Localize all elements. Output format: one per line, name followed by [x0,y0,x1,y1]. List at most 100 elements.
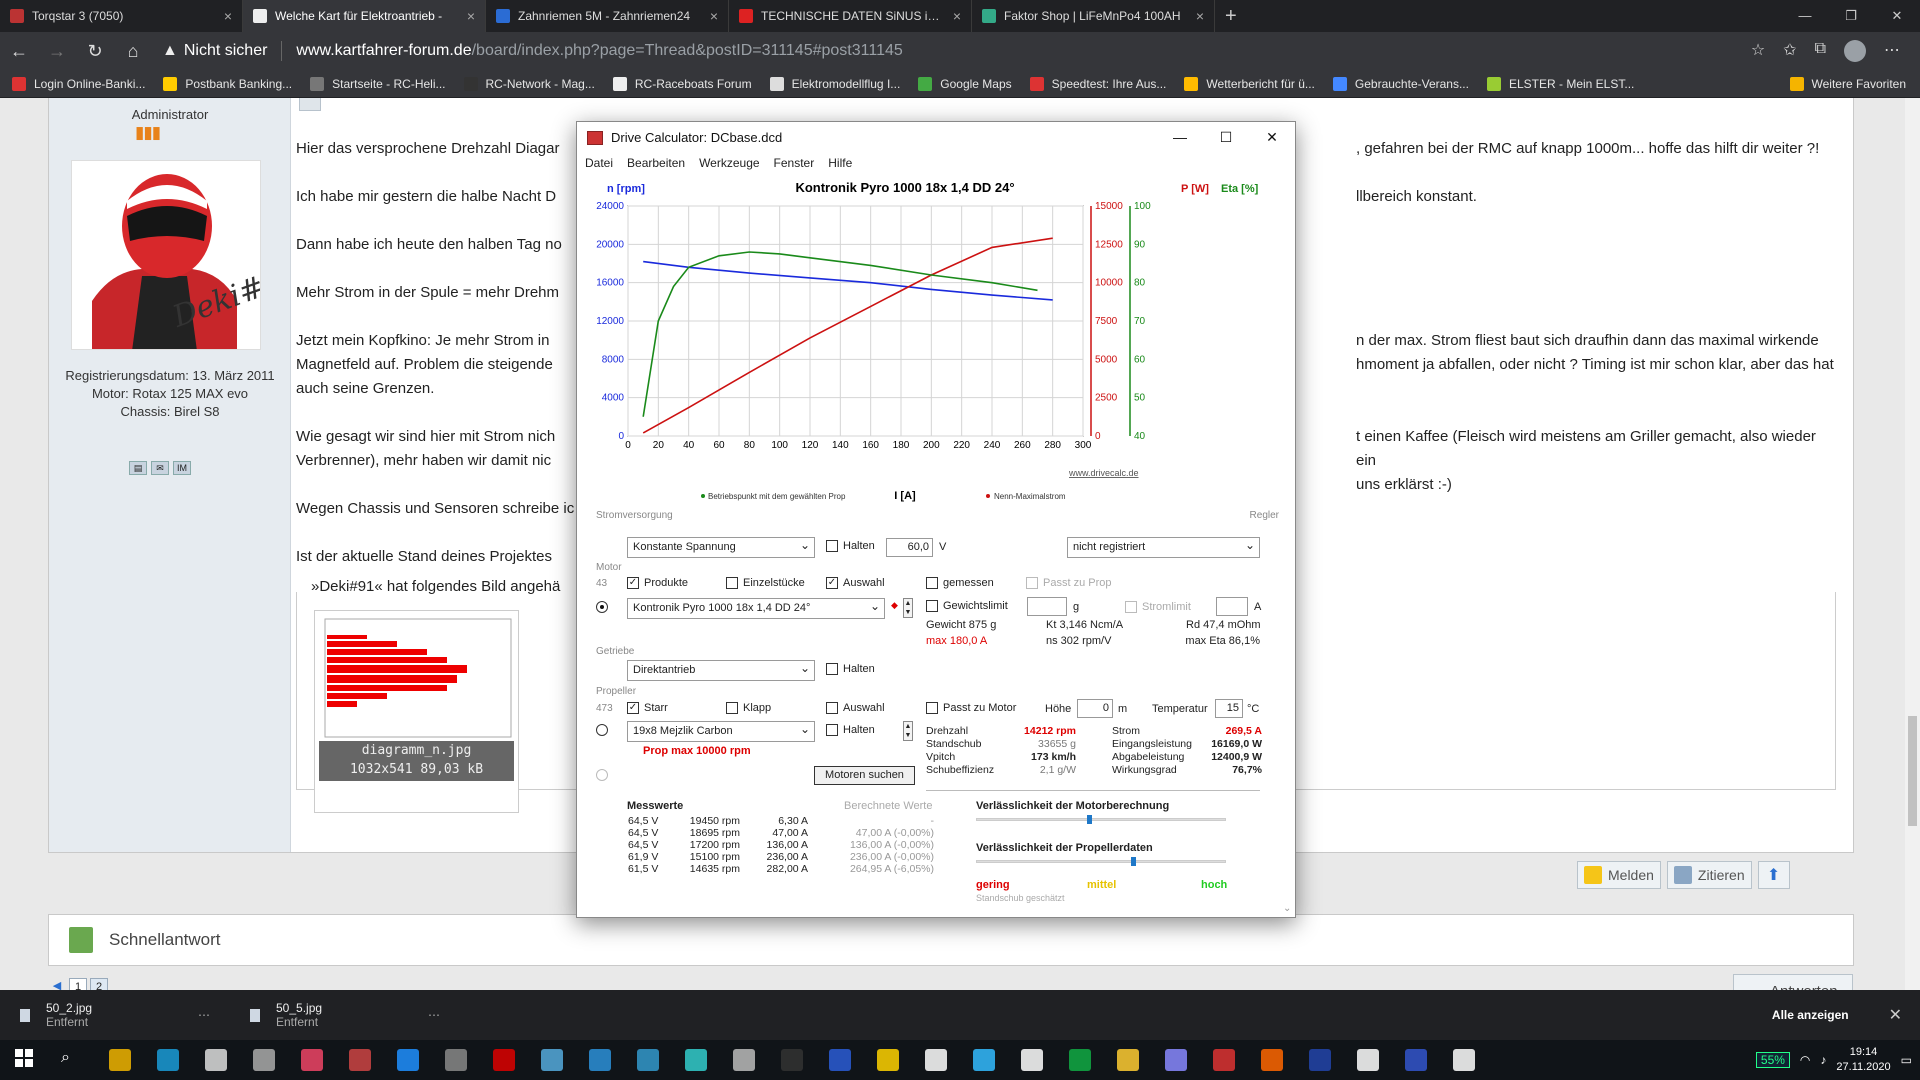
prop-halten-checkbox[interactable]: Halten [826,724,875,736]
taskbar-app-icon[interactable] [925,1049,947,1071]
bookmark-item[interactable]: Startseite - RC-Heli... [310,76,446,91]
more-icon[interactable]: ⋯ [428,1008,440,1022]
power-halten-checkbox[interactable]: Halten [826,540,875,552]
passt-zu-prop-checkbox[interactable]: Passt zu Prop [1026,577,1111,589]
prop-spinner[interactable]: ▲ ▼ [903,721,913,741]
prop-radio[interactable] [596,724,608,736]
taskbar-app-icon[interactable] [973,1049,995,1071]
report-button[interactable]: Melden [1577,861,1661,889]
bookmark-item[interactable]: RC-Network - Mag... [463,76,595,91]
more-favorites[interactable]: Weitere Favoriten [1789,76,1906,91]
taskbar-app-icon[interactable] [1069,1049,1091,1071]
restore-icon[interactable]: ❐ [1828,0,1874,32]
produkte-checkbox[interactable]: ✓ Produkte [627,577,688,589]
taskbar-app-icon[interactable] [205,1049,227,1071]
url-field[interactable]: ▲ Nicht sicher www.kartfahrer-forum.de /… [162,41,1751,61]
taskbar-app-icon[interactable] [1309,1049,1331,1071]
taskbar-app-icon[interactable] [157,1049,179,1071]
taskbar-app-icon[interactable] [253,1049,275,1071]
menu-icon[interactable]: ⋯ [1884,40,1900,62]
taskbar-app-icon[interactable] [349,1049,371,1071]
bookmark-item[interactable]: RC-Raceboats Forum [612,76,752,91]
third-radio[interactable] [596,769,608,781]
close-icon[interactable]: ✕ [1249,129,1295,146]
prop-select[interactable]: 19x8 Mejzlik Carbon [627,721,815,742]
bookmark-item[interactable]: Speedtest: Ihre Aus... [1029,76,1166,91]
volume-icon[interactable]: ♪ [1820,1053,1826,1067]
gemessen-checkbox[interactable]: gemessen [926,577,994,589]
close-tab-icon[interactable]: × [1196,8,1204,24]
gewichtslimit-input[interactable] [1027,597,1067,616]
page-scrollbar[interactable] [1905,98,1920,990]
klapp-checkbox[interactable]: Klapp [726,702,771,714]
taskbar-app-icon[interactable] [1213,1049,1235,1071]
taskbar-app-icon[interactable] [493,1049,515,1071]
taskbar-app-icon[interactable] [589,1049,611,1071]
forward-icon[interactable]: → [38,41,76,62]
close-tab-icon[interactable]: × [953,8,961,24]
browser-tab[interactable]: Torqstar 3 (7050) × [0,0,243,32]
power-supply-select[interactable]: Konstante Spannung [627,537,815,558]
taskbar-app-icon[interactable] [685,1049,707,1071]
home-icon[interactable]: ⌂ [114,41,152,62]
taskbar-app-icon[interactable] [877,1049,899,1071]
minimize-icon[interactable]: — [1157,129,1203,146]
minimize-icon[interactable]: — [1782,0,1828,32]
profile-icon[interactable]: ▤ [129,461,147,475]
taskbar-app-icon[interactable] [781,1049,803,1071]
stromlimit-input[interactable] [1216,597,1248,616]
bookmark-item[interactable]: Login Online-Banki... [12,76,145,91]
motoren-suchen-button[interactable]: Motoren suchen [814,766,915,785]
new-tab-button[interactable]: + [1215,0,1247,32]
bookmark-item[interactable]: Postbank Banking... [163,76,292,91]
maximize-icon[interactable]: ☐ [1203,129,1249,146]
attachment-thumbnail[interactable]: diagramm_n.jpg 1032x541 89,03 kB [314,610,519,813]
taskbar-app-icon[interactable] [301,1049,323,1071]
reply-button[interactable]: Antworten [1733,974,1853,990]
scroll-down-icon[interactable]: ⌄ [1283,903,1291,914]
quote-button[interactable]: Zitieren [1666,861,1752,889]
taskbar-app-icon[interactable] [445,1049,467,1071]
close-tab-icon[interactable]: × [467,8,475,24]
passt-zu-motor-checkbox[interactable]: Passt zu Motor [926,702,1016,714]
wifi-icon[interactable]: ◠ [1800,1053,1810,1067]
profile-avatar[interactable] [1844,40,1866,62]
start-button[interactable] [15,1049,33,1067]
taskbar-app-icon[interactable] [1357,1049,1379,1071]
bookmark-item[interactable]: Google Maps [918,76,1012,91]
starr-checkbox[interactable]: ✓ Starr [627,702,668,714]
prev-page-icon[interactable]: ◀ [48,978,66,990]
taskbar-app-icon[interactable] [1261,1049,1283,1071]
avatar[interactable]: Deki# [71,160,261,350]
close-tab-icon[interactable]: × [224,8,232,24]
motor-auswahl-checkbox[interactable]: ✓ Auswahl [826,577,885,589]
browser-tab[interactable]: Faktor Shop | LiFeMnPo4 100AH × [972,0,1215,32]
pm-icon[interactable]: IM [173,461,191,475]
scrollbar-thumb[interactable] [1908,716,1917,826]
motor-radio[interactable] [596,601,608,613]
taskbar-app-icon[interactable] [1117,1049,1139,1071]
motor-spinner[interactable]: ▲ ▼ [903,598,913,618]
clock[interactable]: 19:14 27.11.2020 [1836,1045,1890,1075]
bookmark-item[interactable]: Elektromodellflug I... [769,76,900,91]
taskbar-app-icon[interactable] [1453,1049,1475,1071]
taskbar-app-icon[interactable] [1021,1049,1043,1071]
einzelstuecke-checkbox[interactable]: Einzelstücke [726,577,805,589]
menu-datei[interactable]: Datei [585,156,613,170]
show-all-downloads-button[interactable]: Alle anzeigen [1772,1008,1849,1022]
search-icon[interactable]: ⌕ [61,1049,83,1071]
quick-reply-bar[interactable]: Schnellantwort [48,914,1854,966]
gear-halten-checkbox[interactable]: Halten [826,663,875,675]
altitude-input[interactable]: 0 [1077,699,1113,718]
star-icon[interactable]: ☆ [1751,40,1765,62]
download-item[interactable]: 50_5.jpg Entfernt ⋯ [230,1001,460,1029]
motor-select[interactable]: Kontronik Pyro 1000 18x 1,4 DD 24° [627,598,885,619]
regler-select[interactable]: nicht registriert [1067,537,1260,558]
gewichtslimit-checkbox[interactable]: Gewichtslimit [926,600,1008,612]
browser-tab[interactable]: TECHNISCHE DATEN SiNUS iON × [729,0,972,32]
voltage-input[interactable]: 60,0 [886,538,933,557]
more-icon[interactable]: ⋯ [198,1008,210,1022]
reload-icon[interactable]: ↻ [76,41,114,62]
collections-icon[interactable]: ⧉ [1815,40,1826,62]
bookmark-item[interactable]: Gebrauchte-Verans... [1332,76,1469,91]
